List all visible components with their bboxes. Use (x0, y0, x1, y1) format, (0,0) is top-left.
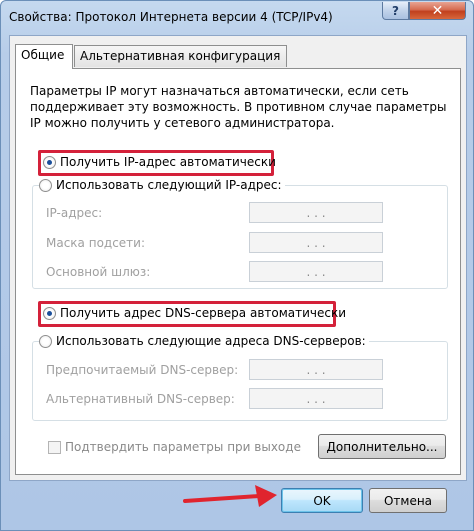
dns-auto-radio[interactable] (43, 306, 56, 320)
pointer-arrow-icon (183, 485, 277, 507)
validate-checkbox-row[interactable]: Подтвердить параметры при выходе (48, 440, 301, 454)
dns-auto-label: Получить адрес DNS-сервера автоматически (60, 306, 347, 320)
tab-general[interactable]: Общие (15, 44, 73, 69)
ip-manual-radio-row[interactable]: Использовать следующий IP-адрес: (39, 178, 285, 192)
ip-manual-label: Использовать следующий IP-адрес: (56, 178, 282, 192)
ok-button[interactable]: OK (281, 488, 363, 513)
dns-manual-group (32, 341, 448, 421)
dns-manual-label: Использовать следующие адреса DNS-сервер… (56, 334, 366, 348)
alternate-dns-field[interactable]: . . . (249, 388, 383, 409)
default-gateway-label: Основной шлюз: (46, 265, 151, 279)
dns-manual-radio-row[interactable]: Использовать следующие адреса DNS-сервер… (39, 334, 369, 348)
window-title: Свойства: Протокол Интернета версии 4 (T… (9, 10, 333, 24)
close-button[interactable]: ✕ (409, 2, 466, 20)
help-button[interactable]: ? (382, 2, 409, 20)
ip-auto-label: Получить IP-адрес автоматически (60, 155, 276, 169)
ip-auto-radio[interactable] (43, 155, 56, 169)
subnet-mask-field[interactable]: . . . (249, 232, 383, 253)
cancel-button[interactable]: Отмена (369, 488, 447, 513)
validate-label: Подтвердить параметры при выходе (65, 440, 301, 454)
subnet-mask-label: Маска подсети: (46, 236, 146, 250)
ip-manual-radio[interactable] (39, 178, 52, 192)
description-text: Параметры IP могут назначаться автоматич… (30, 84, 447, 130)
preferred-dns-label: Предпочитаемый DNS-сервер: (46, 363, 239, 377)
default-gateway-field[interactable]: . . . (249, 261, 383, 282)
ip-address-field[interactable]: . . . (249, 202, 383, 223)
help-icon: ? (392, 3, 399, 18)
validate-checkbox[interactable] (48, 440, 61, 454)
ip-auto-radio-row[interactable]: Получить IP-адрес автоматически (43, 155, 276, 169)
dialog-window: Свойства: Протокол Интернета версии 4 (T… (0, 0, 474, 531)
tab-panel-general: Параметры IP могут назначаться автоматич… (15, 68, 461, 475)
close-icon: ✕ (431, 2, 444, 19)
dns-manual-radio[interactable] (39, 334, 52, 348)
alternate-dns-label: Альтернативный DNS-сервер: (46, 392, 235, 406)
tab-alternate-config[interactable]: Альтернативная конфигурация (74, 45, 287, 67)
ip-address-label: IP-адрес: (46, 206, 103, 220)
dns-auto-radio-row[interactable]: Получить адрес DNS-сервера автоматически (43, 306, 346, 320)
advanced-button[interactable]: Дополнительно... (318, 434, 446, 459)
title-bar[interactable]: Свойства: Протокол Интернета версии 4 (T… (1, 1, 473, 35)
preferred-dns-field[interactable]: . . . (249, 359, 383, 380)
